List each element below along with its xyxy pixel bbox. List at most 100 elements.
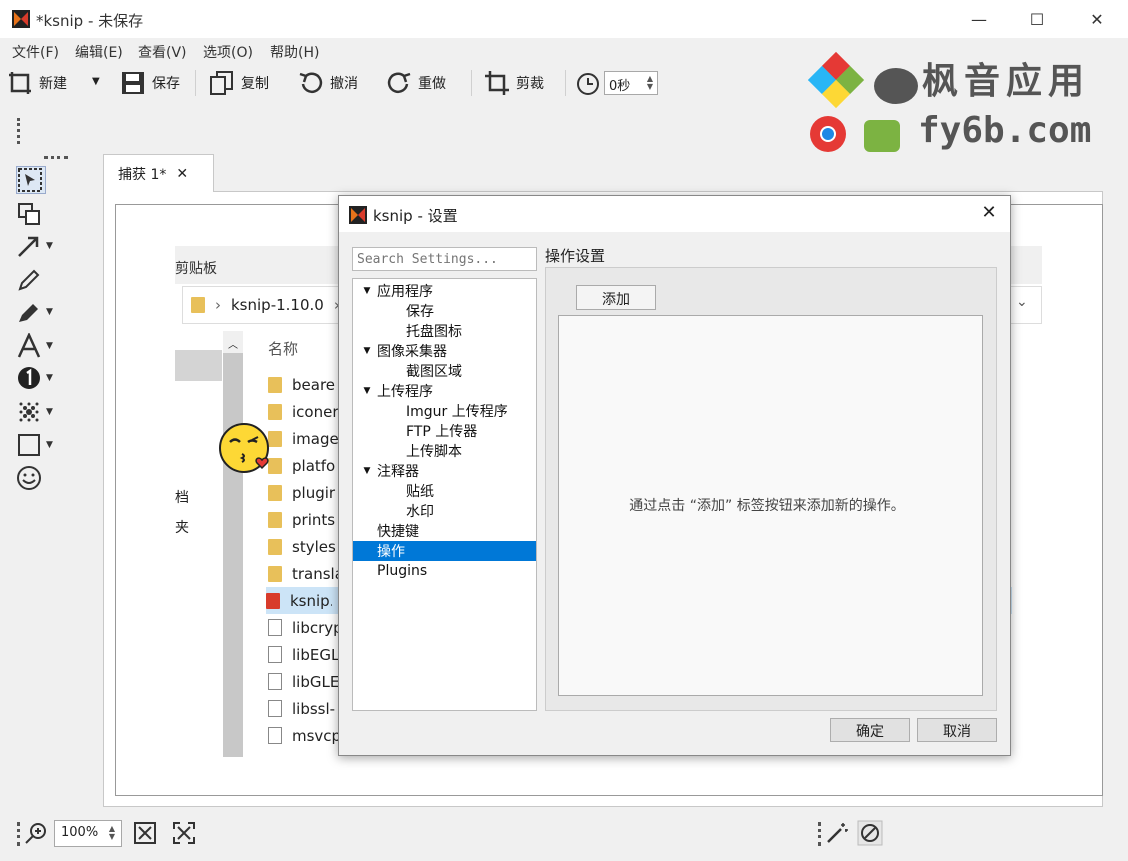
pen-tool[interactable] bbox=[16, 266, 60, 294]
magic-wand-icon[interactable] bbox=[825, 821, 849, 845]
captured-file-name: image bbox=[292, 429, 338, 448]
settings-tree-label: FTP 上传器 bbox=[406, 424, 478, 440]
tab-close-icon[interactable]: ✕ bbox=[176, 166, 188, 182]
select-tool[interactable] bbox=[16, 166, 46, 194]
dialog-close-button[interactable]: ✕ bbox=[976, 202, 1002, 223]
add-action-tab-button[interactable]: 添加 bbox=[576, 285, 656, 310]
watermark-text-cn: 枫音应用 bbox=[922, 61, 1091, 102]
settings-tree-item[interactable]: ▼ 上传程序 bbox=[353, 381, 536, 401]
new-dropdown-chevron-icon[interactable]: ▼ bbox=[92, 76, 100, 87]
toolbar-grip-icon[interactable] bbox=[44, 156, 68, 159]
new-capture-icon bbox=[9, 72, 31, 94]
settings-tree-label: 贴纸 bbox=[406, 484, 434, 500]
captured-file-name: transla bbox=[292, 564, 338, 583]
duplicate-tool[interactable] bbox=[16, 200, 60, 228]
copy-icon bbox=[210, 71, 233, 95]
rectangle-tool[interactable]: ▼ bbox=[16, 431, 60, 459]
expand-chevron-icon[interactable]: ▼ bbox=[361, 466, 373, 476]
no-annotation-icon[interactable] bbox=[857, 820, 883, 846]
ok-button[interactable]: 确定 bbox=[830, 718, 910, 742]
tool-dropdown-chevron-icon[interactable]: ▼ bbox=[46, 373, 53, 383]
fit-to-window-icon[interactable] bbox=[133, 821, 157, 845]
menu-edit[interactable]: 编辑(E) bbox=[75, 42, 123, 62]
captured-scrollbar bbox=[223, 331, 243, 757]
delay-spinbox[interactable]: 0秒 ▲ ▼ bbox=[604, 71, 658, 95]
toolbar-grip-icon[interactable] bbox=[818, 822, 821, 846]
spin-arrows-icon[interactable]: ▲ ▼ bbox=[109, 825, 115, 842]
captured-file-row: plugir bbox=[268, 479, 338, 506]
settings-tree-item[interactable]: ▼ 应用程序 bbox=[353, 281, 536, 301]
expand-chevron-icon[interactable]: ▼ bbox=[361, 346, 373, 356]
settings-tree-item[interactable]: ▼ 注释器 bbox=[353, 461, 536, 481]
settings-tree-item[interactable]: 截图区域 bbox=[353, 361, 536, 381]
tab-capture-1[interactable]: 捕获 1* ✕ bbox=[103, 154, 214, 192]
tool-dropdown-chevron-icon[interactable]: ▼ bbox=[46, 241, 53, 251]
arrow-tool[interactable]: ▼ bbox=[16, 232, 60, 260]
tool-dropdown-chevron-icon[interactable]: ▼ bbox=[46, 341, 53, 351]
minimize-button[interactable]: — bbox=[950, 0, 1008, 38]
new-button[interactable]: 新建 bbox=[7, 68, 67, 98]
captured-column-name: 名称 bbox=[268, 340, 299, 358]
crop-button[interactable]: 剪裁 bbox=[484, 68, 544, 98]
zoom-spinbox[interactable]: 100% ▲ ▼ bbox=[54, 820, 122, 847]
menu-view[interactable]: 查看(V) bbox=[138, 42, 187, 62]
toolbar-grip-icon[interactable] bbox=[17, 118, 20, 144]
toolbar-separator bbox=[565, 70, 566, 96]
close-button[interactable]: ✕ bbox=[1068, 0, 1126, 38]
settings-search-input[interactable] bbox=[352, 247, 537, 271]
save-button[interactable]: 保存 bbox=[120, 68, 180, 98]
marker-tool[interactable]: ▼ bbox=[16, 298, 60, 326]
marker-icon bbox=[19, 304, 38, 322]
undo-button[interactable]: 撤消 bbox=[298, 68, 358, 98]
menu-file[interactable]: 文件(F) bbox=[12, 42, 59, 62]
settings-tree-item[interactable]: 水印 bbox=[353, 501, 536, 521]
tab-label: 捕获 1* bbox=[118, 166, 167, 183]
folder-icon bbox=[191, 297, 205, 313]
captured-file-name: prints bbox=[292, 510, 336, 529]
captured-file-name: platfo bbox=[292, 456, 336, 475]
number-tool[interactable]: ▼ bbox=[16, 364, 60, 392]
fullscreen-icon[interactable] bbox=[172, 821, 196, 845]
captured-clipboard-label: 剪贴板 bbox=[175, 261, 217, 277]
settings-tree-item[interactable]: 贴纸 bbox=[353, 481, 536, 501]
settings-tree-item[interactable]: 快捷键 bbox=[353, 521, 536, 541]
redo-button[interactable]: 重做 bbox=[386, 68, 446, 98]
redo-label: 重做 bbox=[418, 76, 446, 92]
settings-tree-item[interactable]: Imgur 上传程序 bbox=[353, 401, 536, 421]
file-icon bbox=[268, 673, 282, 690]
settings-tree-item[interactable]: ▼ 图像采集器 bbox=[353, 341, 536, 361]
tool-dropdown-chevron-icon[interactable]: ▼ bbox=[46, 307, 53, 317]
toolbar-grip-icon[interactable] bbox=[17, 822, 20, 846]
settings-tree-item[interactable]: Plugins bbox=[353, 561, 536, 581]
cancel-button[interactable]: 取消 bbox=[917, 718, 997, 742]
copy-button[interactable]: 复制 bbox=[209, 68, 269, 98]
captured-file-name: plugir bbox=[292, 483, 336, 502]
menu-options[interactable]: 选项(O) bbox=[203, 42, 253, 62]
zoom-icon[interactable] bbox=[24, 821, 48, 845]
expand-chevron-icon[interactable]: ▼ bbox=[361, 286, 373, 296]
delay-value: 0秒 bbox=[609, 79, 631, 94]
tool-dropdown-chevron-icon[interactable]: ▼ bbox=[46, 407, 53, 417]
kiss-emoji-sticker-icon[interactable] bbox=[218, 422, 274, 476]
captured-file-name: iconer bbox=[292, 402, 338, 421]
spin-arrows-icon[interactable]: ▲ ▼ bbox=[647, 75, 653, 91]
folder-icon bbox=[268, 565, 282, 582]
captured-file-row: beare bbox=[268, 371, 338, 398]
menu-help[interactable]: 帮助(H) bbox=[270, 42, 319, 62]
blur-tool[interactable]: ▼ bbox=[16, 398, 60, 426]
settings-tree-item[interactable]: 托盘图标 bbox=[353, 321, 536, 341]
settings-tree-item[interactable]: 保存 bbox=[353, 301, 536, 321]
settings-tree-item[interactable]: 上传脚本 bbox=[353, 441, 536, 461]
sticker-tool[interactable] bbox=[16, 464, 60, 492]
settings-tree-item[interactable]: 操作 bbox=[353, 541, 536, 561]
expand-chevron-icon[interactable]: ▼ bbox=[361, 386, 373, 396]
chevron-up-icon: ︿ bbox=[223, 331, 243, 353]
captured-file-name: libEGL bbox=[292, 645, 338, 664]
captured-side-label: 夹 bbox=[175, 520, 189, 536]
maximize-button[interactable]: ☐ bbox=[1008, 0, 1066, 38]
settings-tree-item[interactable]: FTP 上传器 bbox=[353, 421, 536, 441]
captured-file-row: libEGL bbox=[268, 641, 338, 668]
captured-file-row: libssl- bbox=[268, 695, 338, 722]
text-tool[interactable]: ▼ bbox=[16, 332, 60, 360]
tool-dropdown-chevron-icon[interactable]: ▼ bbox=[46, 440, 53, 450]
